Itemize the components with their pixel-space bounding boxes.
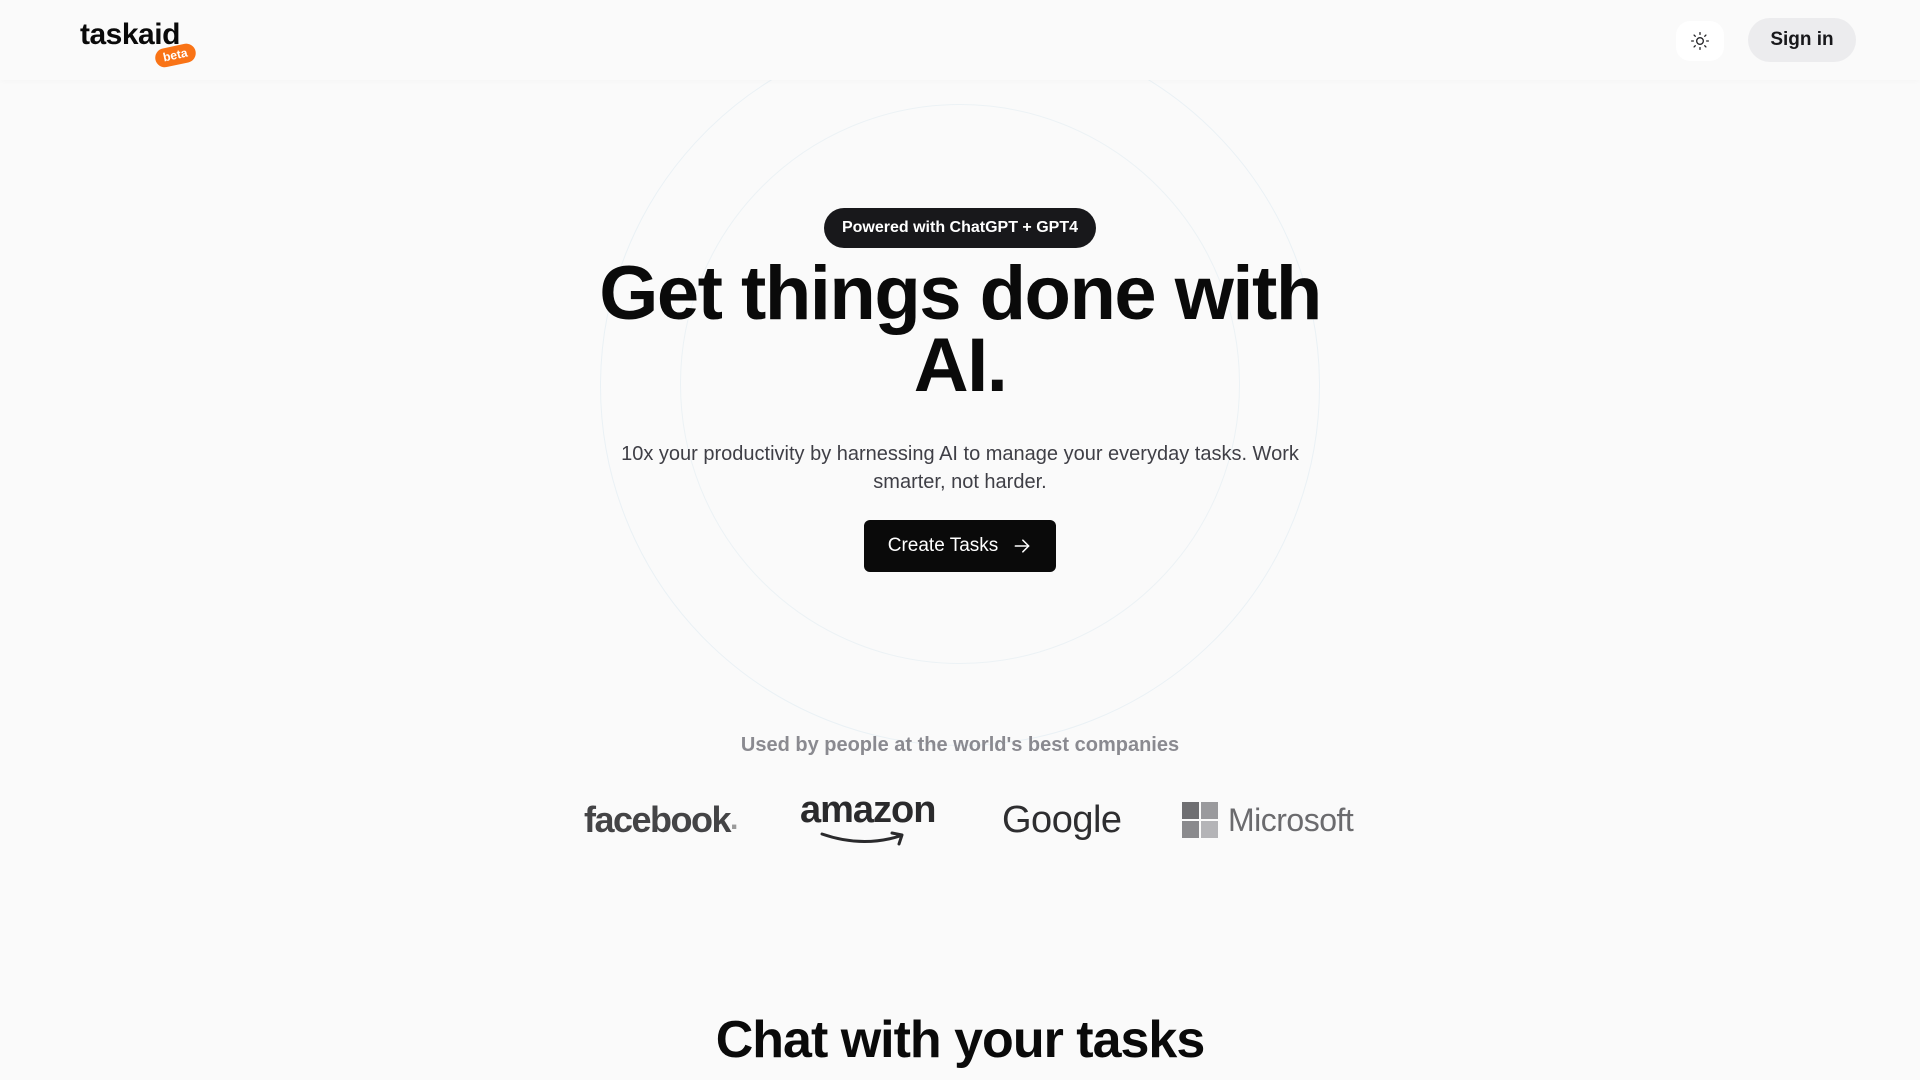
microsoft-logo: Microsoft — [1182, 790, 1354, 850]
theme-toggle-button[interactable] — [1676, 21, 1724, 61]
facebook-logo: facebook. — [584, 790, 738, 850]
hero-subtitle-line-2: smarter, not harder. — [873, 471, 1047, 493]
hero-subtitle-line-1: 10x your productivity by harnessing AI t… — [621, 443, 1299, 465]
microsoft-squares-icon — [1182, 802, 1218, 838]
arrow-right-icon — [1014, 539, 1030, 553]
amazon-logo: amazon — [800, 790, 940, 850]
google-logo: Google — [1002, 798, 1122, 841]
companies-caption: Used by people at the world's best compa… — [740, 734, 1180, 756]
taskaid-logo[interactable]: taskaid beta — [80, 18, 210, 70]
hero-title: Get things done with AI. — [460, 256, 1460, 404]
top-navbar: taskaid beta Sign in — [0, 0, 1920, 80]
hero-title-line-2: AI. — [913, 323, 1008, 408]
create-tasks-label: Create Tasks — [887, 535, 999, 556]
microsoft-logo-text: Microsoft — [1228, 801, 1354, 838]
landing-page: taskaid beta Sign in Powered with ChatGP… — [0, 0, 1920, 1080]
sign-in-button[interactable]: Sign in — [1748, 18, 1856, 62]
create-tasks-button[interactable]: Create Tasks — [864, 520, 1056, 572]
company-logos: facebook. amazon Google Microsoft — [0, 790, 1920, 850]
facebook-logo-dot: . — [730, 803, 738, 836]
sun-icon — [1691, 31, 1709, 50]
chat-section-heading: Chat with your tasks — [715, 1011, 1206, 1069]
amazon-smile-icon — [820, 831, 904, 846]
facebook-logo-text: facebook — [584, 799, 732, 840]
hero-subtitle: 10x your productivity by harnessing AI t… — [585, 440, 1335, 496]
powered-by-badge: Powered with ChatGPT + GPT4 — [824, 208, 1096, 248]
amazon-logo-text: amazon — [800, 789, 936, 831]
